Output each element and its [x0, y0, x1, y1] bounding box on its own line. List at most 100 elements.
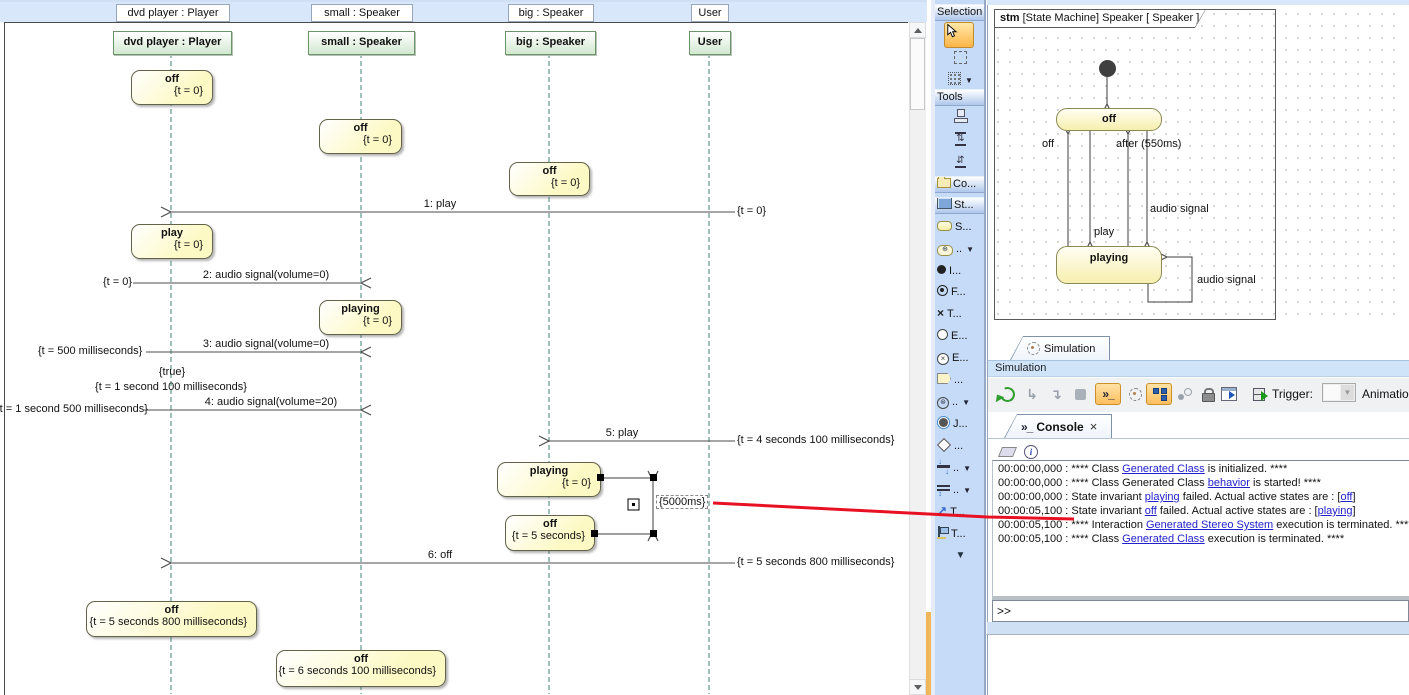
palette-item-stamp[interactable]	[937, 108, 984, 126]
state-invariant[interactable]: playing{t = 0}	[319, 300, 402, 335]
palette-item-exit[interactable]: ×E...	[937, 349, 984, 367]
palette-section-selection[interactable]: Selection	[935, 4, 984, 21]
state-invariant[interactable]: off{t = 0}	[319, 119, 402, 154]
state-invariant[interactable]: off{t = 0}	[131, 70, 213, 105]
canvas-vertical-scrollbar[interactable]	[909, 22, 926, 695]
time-constraint-label[interactable]: {t = 4 seconds 100 milliseconds}	[737, 434, 894, 446]
console-tab[interactable]: »_ Console ×	[1004, 414, 1112, 438]
palette-item-signal[interactable]: ...	[937, 371, 984, 389]
message-label[interactable]: 1: play	[424, 198, 456, 210]
animation-target-button[interactable]	[1124, 383, 1146, 405]
stop-icon	[1075, 389, 1086, 400]
open-in-window-button[interactable]	[1218, 383, 1240, 405]
palette-item-history[interactable]: ⊛..▼	[937, 393, 984, 411]
palette-item-initial[interactable]: I...	[937, 262, 984, 280]
stm-state[interactable]: playing	[1056, 246, 1162, 284]
folder-icon	[937, 176, 951, 193]
palette-item-join[interactable]: J...	[937, 415, 984, 433]
palette-section-tools[interactable]: Tools	[935, 89, 984, 106]
lifeline-header-label[interactable]: small : Speaker	[311, 4, 413, 22]
console-link[interactable]: Generated Class	[1122, 533, 1205, 545]
console-link[interactable]: playing	[1318, 505, 1353, 517]
time-constraint-label[interactable]: {t = 5 seconds 800 milliseconds}	[737, 556, 894, 568]
palette-item-terminate[interactable]: ×T...	[937, 305, 984, 323]
palette-item-entry[interactable]: E...	[937, 327, 984, 345]
sequence-diagram-canvas[interactable]	[4, 22, 908, 695]
palette-item-state[interactable]: S...	[937, 218, 984, 236]
lifeline-head[interactable]: big : Speaker	[505, 31, 596, 55]
variables-tree-button[interactable]	[1146, 383, 1172, 405]
stm-state[interactable]: off	[1056, 108, 1162, 131]
stm-transition-label[interactable]: off	[1042, 138, 1054, 150]
state-invariant[interactable]: off{t = 0}	[509, 162, 590, 196]
console-link[interactable]: playing	[1145, 491, 1180, 503]
palette-item-submachine[interactable]: ⊕..▼	[937, 240, 984, 258]
scrollbar-thumb[interactable]	[910, 38, 925, 110]
palette-item-joinbar[interactable]: ↕..▼	[937, 481, 984, 499]
palette-item-marquee[interactable]	[937, 50, 984, 68]
palette-item-transition[interactable]: ↗T...	[937, 503, 984, 521]
palette-item-down[interactable]: ▼	[937, 546, 984, 564]
restart-simulation-button[interactable]	[996, 383, 1018, 405]
lock-button[interactable]	[1197, 383, 1219, 405]
message-label[interactable]: 4: audio signal(volume=20)	[205, 396, 337, 408]
console-link[interactable]: Generated Class	[1122, 463, 1205, 475]
time-constraint-label[interactable]: {t = 0}	[103, 276, 132, 288]
console-input[interactable]: >>	[992, 600, 1409, 622]
scroll-up-button[interactable]	[909, 22, 926, 38]
console-link[interactable]: off	[1145, 505, 1157, 517]
palette-item-final[interactable]: F...	[937, 283, 984, 301]
lifeline-head[interactable]: dvd player : Player	[113, 31, 232, 55]
time-constraint-label[interactable]: {t = 1 second 500 milliseconds}	[0, 403, 148, 415]
console-toggle-button[interactable]: »_	[1095, 383, 1121, 405]
lifeline-head[interactable]: User	[689, 31, 731, 55]
trigger-dropdown[interactable]: ▼	[1322, 383, 1356, 402]
lifeline-header-label[interactable]: big : Speaker	[508, 4, 594, 22]
palette-section-st[interactable]: St...	[935, 197, 984, 214]
palette-item-grid[interactable]: ▼	[937, 71, 984, 89]
stm-transition-label[interactable]: play	[1094, 226, 1114, 238]
run-server-button[interactable]	[1248, 383, 1270, 405]
close-icon[interactable]: ×	[1090, 419, 1098, 434]
console-link[interactable]: behavior	[1208, 477, 1250, 489]
palette-section-co[interactable]: Co...	[935, 176, 984, 193]
time-constraint-label[interactable]: {t = 0}	[737, 205, 766, 217]
palette-item-fork[interactable]: ↓↓..▼	[937, 459, 984, 477]
breakpoints-button[interactable]	[1174, 383, 1196, 405]
time-constraint-label[interactable]: {t = 500 milliseconds}	[38, 345, 142, 357]
message-label[interactable]: 6: off	[428, 549, 452, 561]
lifeline-header-label[interactable]: dvd player : Player	[116, 4, 230, 22]
state-invariant[interactable]: off{t = 6 seconds 100 milliseconds}	[276, 650, 446, 687]
message-label[interactable]: 3: audio signal(volume=0)	[203, 338, 329, 350]
scroll-down-button[interactable]	[909, 679, 926, 695]
palette-item-trigger[interactable]: T...	[937, 525, 984, 543]
step-over-button[interactable]: ↴	[1045, 383, 1067, 405]
duration-constraint-label[interactable]: {5000ms}	[656, 495, 708, 509]
console-link[interactable]: Generated Stereo System	[1146, 519, 1273, 531]
palette-item-choice[interactable]: ...	[937, 437, 984, 455]
stm-transition-label[interactable]: after (550ms)	[1116, 138, 1181, 150]
palette-item-dist1[interactable]: ⇅	[937, 130, 984, 148]
console-link[interactable]: off	[1340, 491, 1352, 503]
constraint-annotation[interactable]: {t = 1 second 100 milliseconds}	[95, 381, 247, 393]
lifeline-header-label[interactable]: User	[691, 4, 729, 22]
state-invariant[interactable]: play{t = 0}	[131, 224, 213, 259]
constraint-annotation[interactable]: {true}	[159, 366, 185, 378]
stm-initial-node[interactable]	[1099, 60, 1116, 77]
state-invariant[interactable]: off{t = 5 seconds 800 milliseconds}	[86, 601, 257, 637]
stm-transition-label[interactable]: audio signal	[1150, 203, 1209, 215]
palette-selection-arrow-button[interactable]	[944, 22, 974, 48]
lifeline-head[interactable]: small : Speaker	[308, 31, 415, 55]
stm-keyword: stm	[1000, 12, 1020, 24]
console-output[interactable]: 00:00:00,000 : **** Class Generated Clas…	[992, 460, 1409, 596]
message-label[interactable]: 5: play	[606, 427, 638, 439]
step-into-button[interactable]: ↳	[1021, 383, 1043, 405]
simulation-tab[interactable]: Simulation	[1010, 336, 1110, 360]
state-invariant[interactable]: playing{t = 0}	[497, 462, 601, 497]
joinbar-icon: ↕	[937, 483, 950, 497]
state-invariant[interactable]: off{t = 5 seconds}	[505, 515, 595, 551]
stop-button[interactable]	[1069, 383, 1091, 405]
stm-transition-label[interactable]: audio signal	[1197, 274, 1256, 286]
palette-item-dist2[interactable]: ⇵	[937, 152, 984, 170]
message-label[interactable]: 2: audio signal(volume=0)	[203, 269, 329, 281]
